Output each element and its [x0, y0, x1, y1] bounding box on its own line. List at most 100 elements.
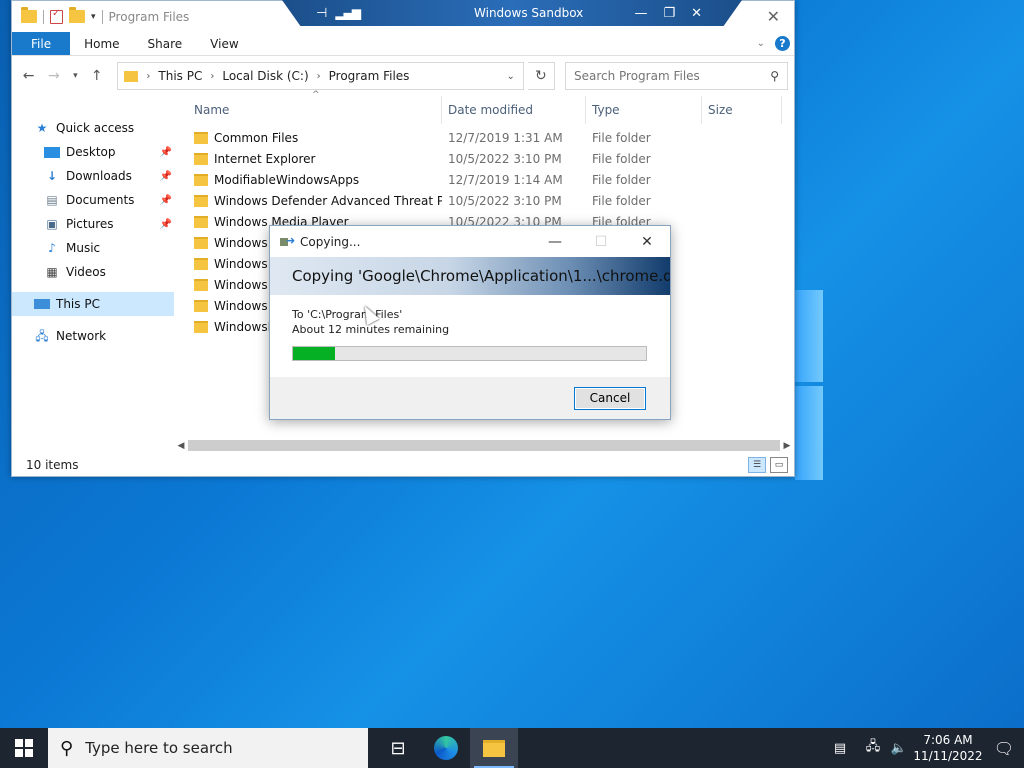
tab-file[interactable]: File [12, 32, 71, 55]
task-view-icon[interactable]: ⊟ [374, 728, 422, 768]
column-headers: ^ Name Date modified Type Size [188, 90, 794, 124]
taskbar-search[interactable]: ⚲ Type here to search [48, 728, 368, 768]
address-bar[interactable]: › This PC › Local Disk (C:) › Program Fi… [117, 62, 524, 90]
folder-icon [194, 320, 208, 333]
table-row[interactable]: Common Files 12/7/2019 1:31 AM File folder [188, 127, 794, 148]
up-arrow-icon[interactable]: ↑ [86, 68, 107, 84]
nav-downloads[interactable]: ↓ Downloads 📌 [12, 164, 174, 188]
search-input[interactable] [573, 69, 754, 83]
breadcrumb-local-disk[interactable]: Local Disk (C:) [222, 69, 308, 83]
minimize-icon[interactable]: — [532, 234, 578, 250]
folder-icon [124, 70, 139, 82]
column-date-modified[interactable]: Date modified [442, 96, 586, 124]
pin-icon[interactable]: 📌 [160, 147, 172, 158]
scroll-left-icon[interactable]: ◀ [174, 441, 188, 451]
folder-icon [194, 131, 208, 144]
minimize-icon[interactable]: — [634, 6, 647, 21]
star-icon: ★ [36, 121, 48, 135]
nav-pictures[interactable]: ▣ Pictures 📌 [12, 212, 174, 236]
file-date: 10/5/2022 3:10 PM [448, 193, 562, 208]
details-view-icon[interactable]: ☰ [748, 457, 766, 473]
pin-icon[interactable]: 📌 [160, 219, 172, 230]
column-type[interactable]: Type [586, 96, 702, 124]
network-icon[interactable]: 🖧 [860, 737, 886, 759]
dialog-titlebar: Copying... — ☐ ✕ [270, 226, 670, 257]
expand-ribbon-icon[interactable]: ⌄ [757, 38, 765, 49]
windows-logo-icon [15, 739, 33, 757]
close-icon[interactable]: ✕ [624, 234, 670, 250]
pin-icon[interactable]: 📌 [160, 171, 172, 182]
clock[interactable]: 7:06 AM 11/11/2022 [912, 732, 984, 764]
folder-icon [194, 152, 208, 165]
file-type: File folder [592, 151, 651, 166]
search-icon[interactable]: ⚲ [770, 69, 779, 83]
tab-view[interactable]: View [196, 32, 252, 55]
nav-music[interactable]: ♪ Music [12, 236, 174, 260]
file-explorer-taskbar-icon[interactable] [470, 728, 518, 768]
horizontal-scrollbar[interactable]: ◀ ▶ [174, 437, 794, 454]
file-name: Windows Defender Advanced Threat Prot... [214, 193, 442, 208]
file-name: ModifiableWindowsApps [214, 172, 360, 187]
edge-browser-icon[interactable] [422, 728, 470, 768]
clock-date: 11/11/2022 [913, 749, 983, 763]
news-widget-icon[interactable]: ▤ [820, 741, 860, 756]
file-name: Internet Explorer [214, 151, 316, 166]
chevron-down-icon[interactable]: ⌄ [506, 71, 522, 82]
item-count: 10 items [26, 458, 79, 472]
navigation-bar: ← → ▾ ↑ › This PC › Local Disk (C:) › Pr… [12, 56, 794, 96]
nav-network[interactable]: 🖧 Network [12, 324, 174, 348]
nav-desktop[interactable]: Desktop 📌 [12, 140, 174, 164]
cancel-button[interactable]: Cancel [574, 386, 646, 410]
folder-icon [194, 194, 208, 207]
scroll-right-icon[interactable]: ▶ [780, 441, 794, 451]
document-icon: ▤ [46, 193, 58, 207]
restore-icon[interactable]: ❐ [663, 6, 675, 21]
pin-icon[interactable]: ⊣ [316, 6, 327, 21]
copy-progress-dialog: Copying... — ☐ ✕ Copying 'Google\Chrome\… [269, 225, 671, 420]
time-remaining-text: About 12 minutes remaining [292, 323, 450, 336]
back-arrow-icon[interactable]: ← [18, 68, 39, 84]
network-icon: 🖧 [35, 329, 49, 343]
chevron-right-icon[interactable]: › [210, 71, 214, 82]
scrollbar-thumb[interactable] [188, 440, 780, 451]
forward-arrow-icon[interactable]: → [43, 68, 64, 84]
table-row[interactable]: ModifiableWindowsApps 12/7/2019 1:14 AM Fi… [188, 169, 794, 190]
window-title: Program Files [108, 9, 190, 24]
large-icons-view-icon[interactable]: ▭ [770, 457, 788, 473]
help-icon[interactable]: ? [775, 36, 790, 51]
table-row[interactable]: Internet Explorer 10/5/2022 3:10 PM File f… [188, 148, 794, 169]
search-box[interactable]: ⚲ [564, 62, 789, 90]
folder-icon [194, 257, 208, 270]
column-name[interactable]: Name [188, 96, 442, 124]
video-icon: ▦ [46, 265, 58, 279]
recent-locations-chevron-icon[interactable]: ▾ [69, 71, 83, 81]
nav-videos[interactable]: ▦ Videos [12, 260, 174, 284]
close-icon[interactable]: ✕ [691, 6, 702, 21]
start-button[interactable] [0, 728, 48, 768]
breadcrumb-this-pc[interactable]: This PC [158, 69, 202, 83]
file-date: 12/7/2019 1:14 AM [448, 172, 563, 187]
folder-icon [194, 236, 208, 249]
nav-quick-access[interactable]: ★ Quick access [12, 116, 174, 140]
breadcrumb-program-files[interactable]: Program Files [329, 69, 410, 83]
chevron-right-icon[interactable]: › [146, 71, 150, 82]
properties-icon[interactable] [50, 8, 63, 24]
close-icon[interactable]: ✕ [767, 7, 780, 26]
download-icon: ↓ [46, 169, 58, 183]
notification-icon[interactable]: 🗨 [984, 739, 1024, 758]
progress-fill [293, 347, 336, 360]
new-folder-icon[interactable] [69, 7, 85, 23]
tab-share[interactable]: Share [134, 32, 197, 55]
tab-home[interactable]: Home [70, 32, 133, 55]
table-row[interactable]: Windows Defender Advanced Threat Prot...… [188, 190, 794, 211]
destination-text: To 'C:\Program Files' [292, 308, 403, 321]
nav-this-pc[interactable]: This PC [12, 292, 174, 316]
pin-icon[interactable]: 📌 [160, 195, 172, 206]
volume-icon[interactable]: 🔈 [886, 741, 912, 756]
system-tray: ▤ 🖧 🔈 7:06 AM 11/11/2022 🗨 [820, 728, 1024, 768]
nav-documents[interactable]: ▤ Documents 📌 [12, 188, 174, 212]
chevron-right-icon[interactable]: › [317, 71, 321, 82]
chevron-down-icon[interactable]: ▾ [91, 12, 96, 22]
refresh-icon[interactable]: ↻ [527, 62, 555, 90]
column-size[interactable]: Size [702, 96, 782, 124]
